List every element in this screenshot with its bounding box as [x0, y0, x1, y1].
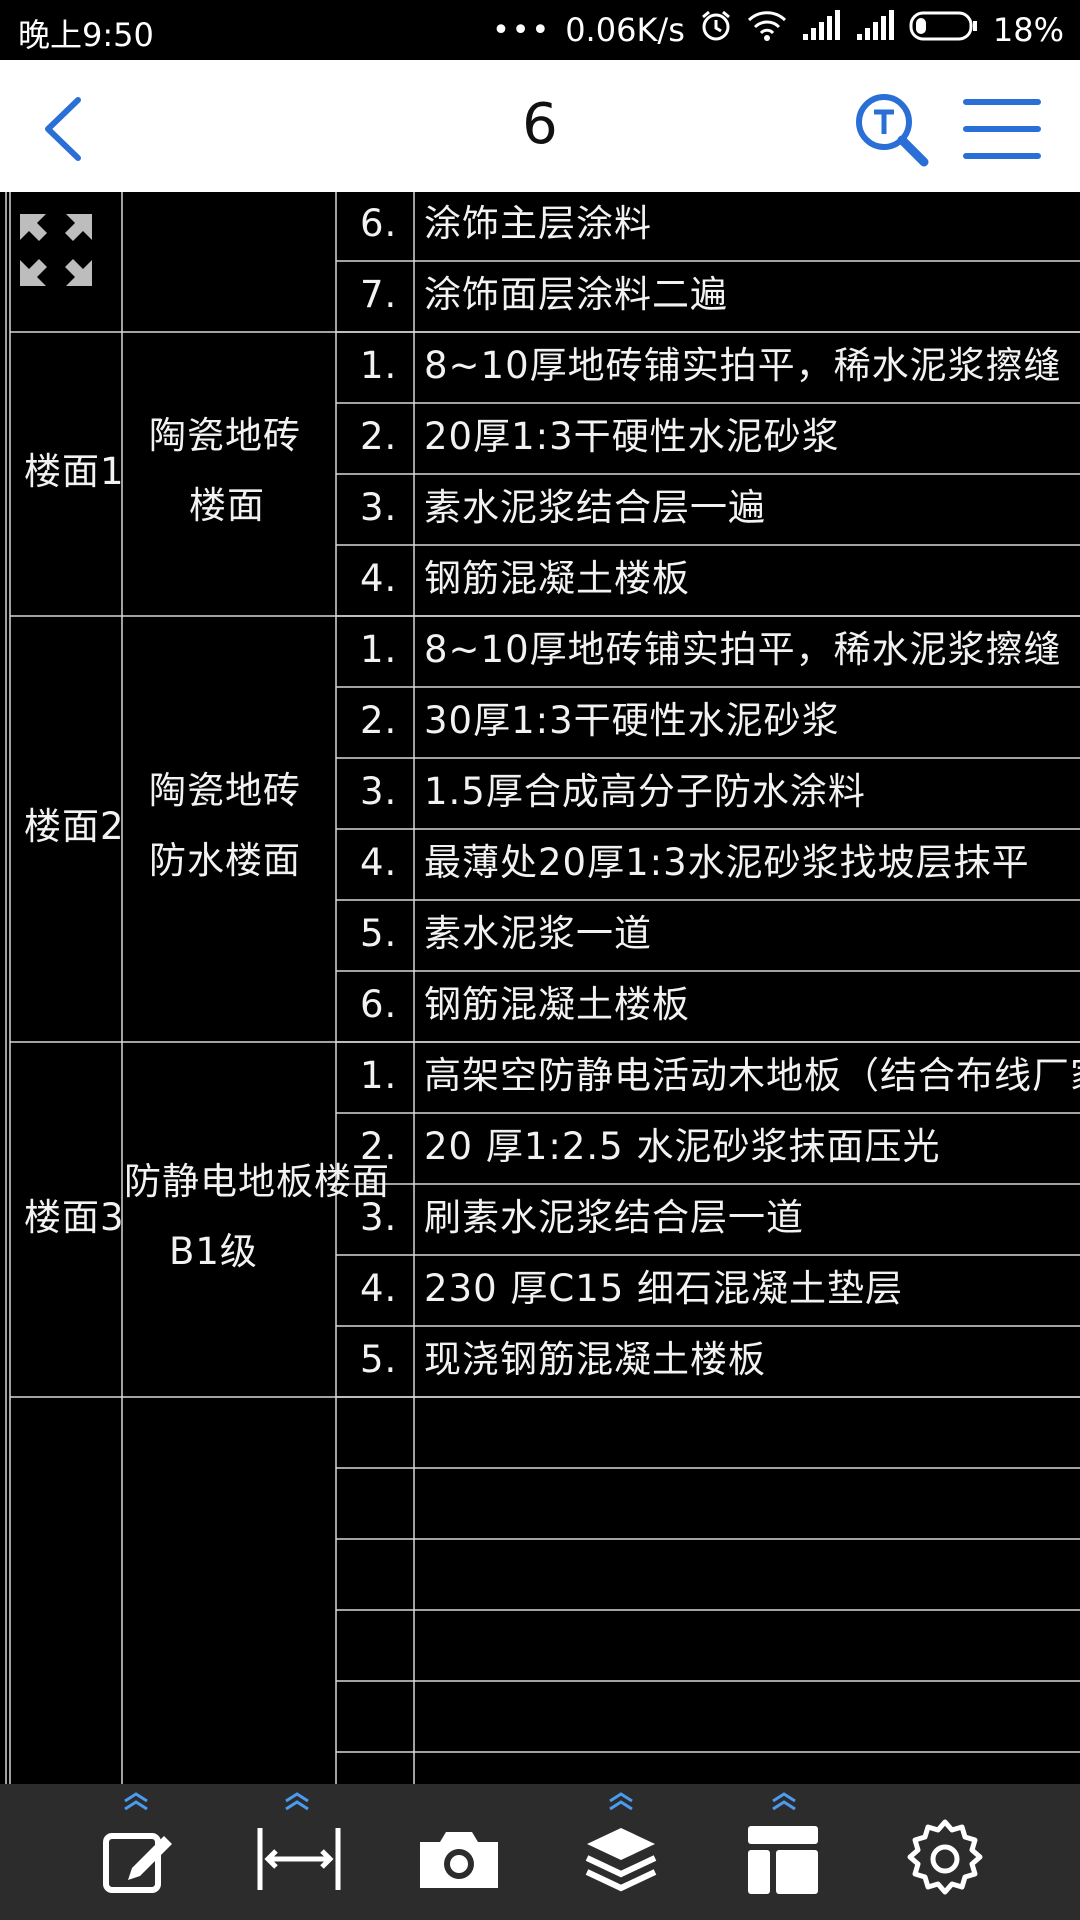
app-bar: 6	[0, 60, 1080, 192]
battery-icon	[909, 10, 979, 50]
step-number: 4.	[360, 1267, 398, 1310]
chevron-up-icon[interactable]	[769, 1792, 799, 1810]
layers-icon[interactable]	[576, 1814, 666, 1904]
step-text: 20厚1:3干硬性水泥砂浆	[424, 415, 840, 458]
fit-screen-icon[interactable]	[16, 210, 96, 290]
step-text: 高架空防静电活动木地板（结合布线厂家后方可施	[424, 1054, 1080, 1097]
step-text: 钢筋混凝土楼板	[424, 983, 690, 1026]
status-bar: 晚上9:50 ••• 0.06K/s 18%	[0, 0, 1080, 60]
signal-icon	[855, 10, 895, 50]
floor-code: 楼面3	[24, 1195, 125, 1239]
measure-icon[interactable]	[254, 1814, 344, 1904]
layout-icon[interactable]	[738, 1814, 828, 1904]
step-number: 4.	[360, 841, 398, 884]
step-number: 7.	[360, 273, 398, 316]
step-number: 6.	[360, 983, 398, 1026]
signal-icon	[801, 10, 841, 50]
step-number: 4.	[360, 557, 398, 600]
chevron-up-icon[interactable]	[121, 1792, 151, 1810]
step-number: 2.	[360, 699, 398, 742]
step-text: 素水泥浆一道	[424, 912, 652, 955]
step-text: 最薄处20厚1:3水泥砂浆找坡层抹平	[424, 841, 1030, 884]
step-text: 1.5厚合成高分子防水涂料	[424, 770, 866, 813]
floor-name: 防水楼面	[149, 839, 301, 882]
floor-name: B1级	[169, 1229, 258, 1273]
floor-name: 防静电地板楼面	[124, 1159, 390, 1203]
text-search-icon[interactable]	[852, 90, 932, 170]
step-text: 涂饰主层涂料	[424, 202, 652, 245]
status-time: 晚上9:50	[18, 16, 154, 54]
floor-name: 陶瓷地砖	[149, 769, 301, 812]
network-speed: 0.06K/s	[565, 11, 685, 49]
wifi-icon	[747, 10, 787, 50]
step-number: 2.	[360, 415, 398, 458]
step-number: 5.	[360, 1338, 398, 1381]
step-text: 钢筋混凝土楼板	[424, 557, 690, 600]
chevron-up-icon[interactable]	[282, 1792, 312, 1810]
step-number: 3.	[360, 486, 398, 529]
floor-code: 楼面1	[24, 450, 125, 493]
floor-name: 陶瓷地砖	[149, 414, 301, 457]
step-number: 1.	[360, 344, 398, 387]
floor-name: 楼面	[189, 484, 265, 527]
step-number: 1.	[360, 1054, 398, 1097]
step-text: 素水泥浆结合层一遍	[424, 486, 766, 529]
battery-percent: 18%	[992, 11, 1064, 49]
cad-drawing-canvas[interactable]: 6. 涂饰主层涂料 7. 涂饰面层涂料二遍 1. 8~10厚地砖铺实拍平，稀水泥浆擦缝 2.…	[0, 192, 1080, 1784]
step-text: 8~10厚地砖铺实拍平，稀水泥浆擦缝	[424, 628, 1062, 671]
step-text: 230 厚C15 细石混凝土垫层	[424, 1267, 904, 1310]
camera-icon[interactable]	[414, 1814, 504, 1904]
edit-icon[interactable]	[92, 1814, 182, 1904]
settings-icon[interactable]	[900, 1814, 990, 1904]
more-dots-icon: •••	[492, 12, 552, 48]
step-number: 5.	[360, 912, 398, 955]
step-number: 6.	[360, 202, 398, 245]
step-text: 现浇钢筋混凝土楼板	[424, 1338, 766, 1381]
step-number: 3.	[360, 770, 398, 813]
step-text: 30厚1:3干硬性水泥砂浆	[424, 699, 840, 742]
step-text: 20 厚1:2.5 水泥砂浆抹面压光	[424, 1125, 941, 1168]
menu-icon[interactable]	[962, 94, 1042, 164]
step-text: 涂饰面层涂料二遍	[424, 273, 728, 316]
floor-code: 楼面2	[24, 805, 125, 848]
step-number: 1.	[360, 628, 398, 671]
step-text: 刷素水泥浆结合层一道	[424, 1196, 804, 1239]
status-right: ••• 0.06K/s 18%	[492, 8, 1064, 52]
bottom-toolbar	[0, 1784, 1080, 1920]
alarm-icon	[699, 9, 733, 51]
step-text: 8~10厚地砖铺实拍平，稀水泥浆擦缝	[424, 344, 1062, 387]
chevron-up-icon[interactable]	[606, 1792, 636, 1810]
